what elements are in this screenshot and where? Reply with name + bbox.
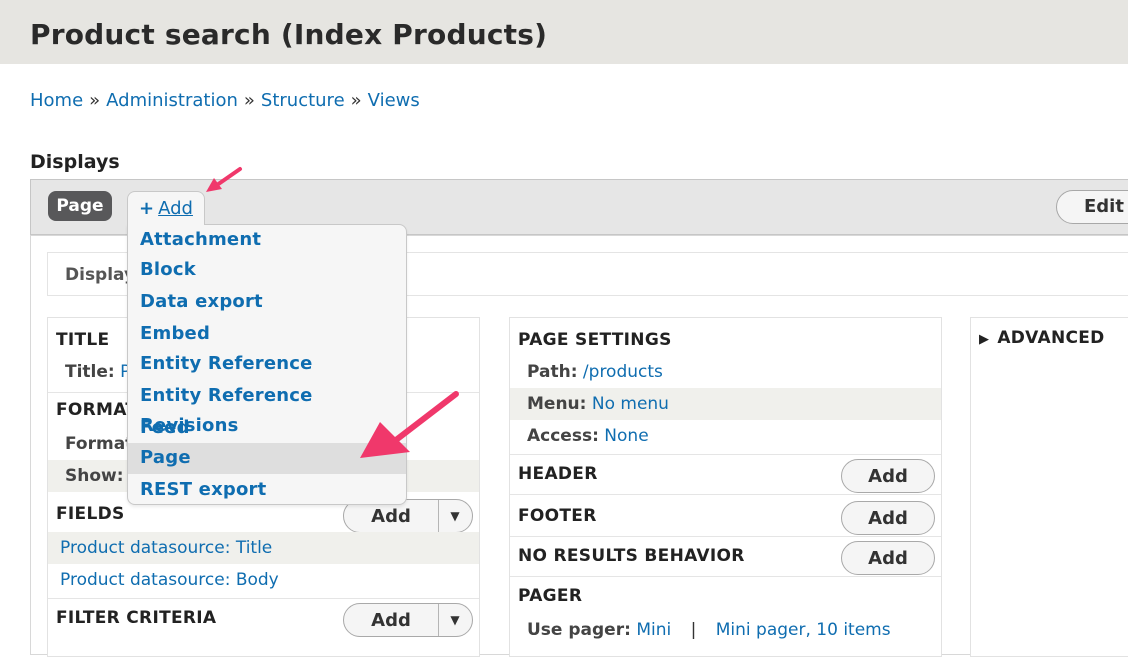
breadcrumb-administration[interactable]: Administration bbox=[106, 90, 238, 111]
section-filter-criteria: FILTER CRITERIA bbox=[56, 608, 217, 628]
breadcrumb: Home» Administration» Structure» Views bbox=[30, 90, 420, 111]
pager-options-link[interactable]: Mini pager, 10 items bbox=[716, 620, 891, 640]
tab-page[interactable]: Page bbox=[48, 191, 112, 221]
triangle-right-icon: ▶ bbox=[979, 332, 990, 347]
use-pager-value[interactable]: Mini bbox=[636, 620, 671, 640]
breadcrumb-views[interactable]: Views bbox=[368, 90, 420, 111]
title-key: Title: bbox=[65, 362, 115, 382]
path-key: Path: bbox=[527, 362, 578, 382]
pager-separator: | bbox=[690, 620, 697, 640]
divider bbox=[510, 454, 941, 455]
show-row[interactable]: Show: bbox=[65, 466, 124, 486]
section-fields: FIELDS bbox=[56, 504, 125, 524]
show-key: Show: bbox=[65, 466, 124, 486]
field-item[interactable]: Product datasource: Body bbox=[60, 570, 279, 590]
section-header: HEADER bbox=[518, 464, 598, 484]
field-link[interactable]: Product datasource: Body bbox=[60, 570, 279, 590]
section-title: TITLE bbox=[56, 330, 110, 350]
chevron-down-icon[interactable]: ▼ bbox=[438, 604, 472, 636]
dropdown-item-block[interactable]: Block bbox=[128, 255, 406, 286]
page-header: Product search (Index Products) bbox=[0, 0, 1128, 64]
format-row[interactable]: Format bbox=[65, 434, 133, 454]
dropdown-item-rest-export[interactable]: REST export bbox=[128, 475, 406, 506]
pager-row[interactable]: Use pager: Mini | Mini pager, 10 items bbox=[527, 620, 891, 640]
section-footer: FOOTER bbox=[518, 506, 597, 526]
annotation-arrow-icon bbox=[360, 391, 459, 458]
field-item[interactable]: Product datasource: Title bbox=[60, 538, 272, 558]
chevron-down-icon[interactable]: ▼ bbox=[438, 500, 472, 532]
breadcrumb-structure[interactable]: Structure bbox=[261, 90, 345, 111]
advanced-label: ADVANCED bbox=[997, 328, 1105, 348]
annotation-arrow-icon bbox=[206, 167, 242, 192]
divider bbox=[510, 536, 941, 537]
path-row[interactable]: Path: /products bbox=[527, 362, 663, 382]
footer-add-button[interactable]: Add bbox=[841, 501, 935, 535]
section-no-results: NO RESULTS BEHAVIOR bbox=[518, 546, 745, 566]
breadcrumb-separator: » bbox=[89, 90, 101, 111]
breadcrumb-home[interactable]: Home bbox=[30, 90, 83, 111]
dropdown-item-embed[interactable]: Embed bbox=[128, 319, 406, 350]
plus-icon: + bbox=[139, 198, 155, 219]
header-add-button[interactable]: Add bbox=[841, 459, 935, 493]
menu-value[interactable]: No menu bbox=[592, 394, 669, 414]
advanced-toggle[interactable]: ▶ ADVANCED bbox=[979, 328, 1105, 348]
no-results-add-button[interactable]: Add bbox=[841, 541, 935, 575]
section-format: FORMAT bbox=[56, 400, 138, 420]
access-value[interactable]: None bbox=[604, 426, 648, 446]
access-key: Access: bbox=[527, 426, 599, 446]
section-page-settings: PAGE SETTINGS bbox=[518, 330, 672, 350]
right-column: ▶ ADVANCED bbox=[970, 317, 1128, 657]
page-title: Product search (Index Products) bbox=[30, 18, 548, 51]
divider bbox=[510, 576, 941, 577]
edit-view-button[interactable]: Edit v bbox=[1056, 190, 1128, 224]
use-pager-key: Use pager: bbox=[527, 620, 631, 640]
divider bbox=[48, 598, 479, 599]
format-key: Format bbox=[65, 434, 134, 454]
filter-add-label[interactable]: Add bbox=[344, 604, 439, 636]
divider bbox=[510, 494, 941, 495]
dropdown-item-data-export[interactable]: Data export bbox=[128, 287, 406, 318]
title-row[interactable]: Title: P bbox=[65, 362, 130, 382]
breadcrumb-separator: » bbox=[350, 90, 362, 111]
dropdown-item-attachment[interactable]: Attachment bbox=[128, 225, 406, 256]
add-display-button[interactable]: + Add bbox=[127, 191, 205, 225]
field-link[interactable]: Product datasource: Title bbox=[60, 538, 272, 558]
filter-add-button[interactable]: Add ▼ bbox=[343, 603, 473, 637]
add-display-label: Add bbox=[158, 198, 193, 219]
path-value[interactable]: /products bbox=[583, 362, 663, 382]
menu-row[interactable]: Menu: No menu bbox=[527, 394, 669, 414]
dropdown-item-entity-reference[interactable]: Entity Reference bbox=[128, 349, 406, 380]
middle-column: PAGE SETTINGS Path: /products Menu: No m… bbox=[509, 317, 942, 657]
menu-key: Menu: bbox=[527, 394, 587, 414]
breadcrumb-separator: » bbox=[243, 90, 255, 111]
section-pager: PAGER bbox=[518, 586, 583, 606]
access-row[interactable]: Access: None bbox=[527, 426, 649, 446]
displays-heading: Displays bbox=[30, 151, 120, 173]
